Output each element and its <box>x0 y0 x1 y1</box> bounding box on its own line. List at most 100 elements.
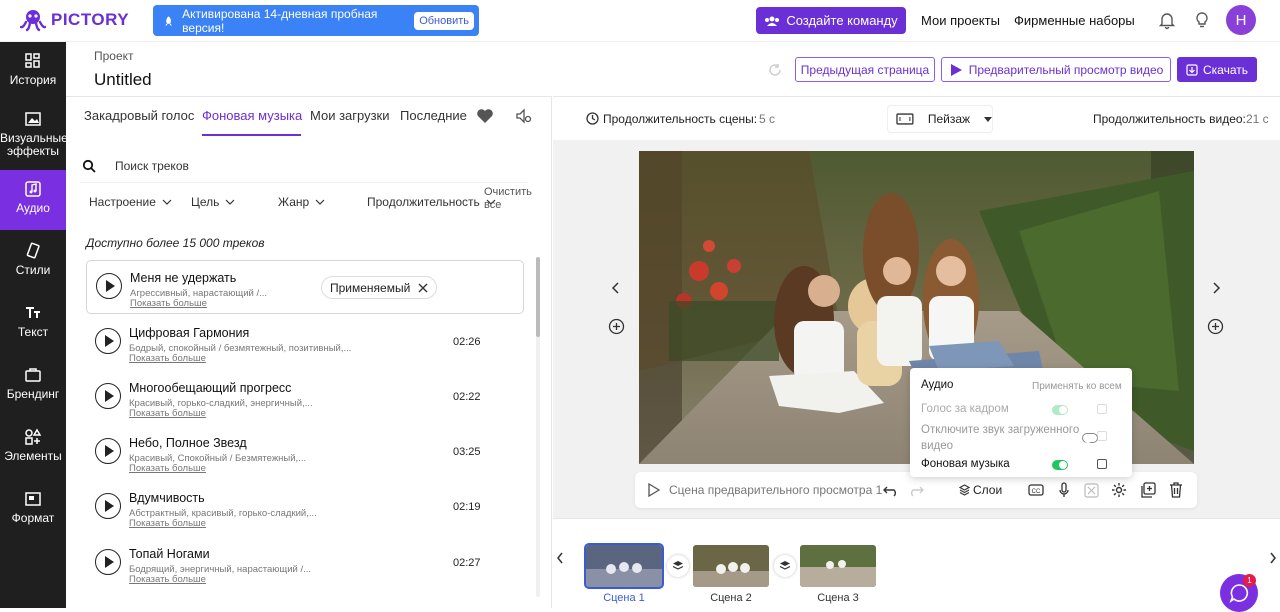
user-avatar[interactable]: H <box>1226 5 1256 35</box>
sidebar-item-story[interactable]: История <box>0 52 66 112</box>
track-item[interactable]: Вдумчивость Абстрактный, красивый, горьк… <box>86 481 524 535</box>
download-icon <box>1186 63 1198 76</box>
chevron-left-icon[interactable] <box>610 281 622 295</box>
chevron-down-icon <box>315 199 325 205</box>
audio-panel: Закадровый голос Фоновая музыка Мои загр… <box>66 96 552 608</box>
scene-layers-button[interactable] <box>774 555 796 577</box>
add-scene-after-icon[interactable] <box>1207 318 1224 335</box>
background-music-toggle[interactable] <box>1052 460 1068 470</box>
play-icon[interactable] <box>95 549 121 575</box>
chevron-right-icon[interactable] <box>1210 281 1222 295</box>
branding-icon <box>25 368 41 382</box>
pictory-logo[interactable]: PICTORY <box>20 8 129 32</box>
play-icon[interactable] <box>95 438 121 464</box>
track-title: Топай Ногами <box>129 547 210 561</box>
filter-label: Настроение <box>89 195 156 209</box>
previous-page-button[interactable]: Предыдущая страница <box>795 57 935 82</box>
preview-scene-label: Сцена предварительного просмотра 1 <box>669 483 883 497</box>
sidebar-item-visuals[interactable]: Визуальные эффекты <box>0 110 68 170</box>
tab-my-uploads[interactable]: Мои загрузки <box>310 108 390 123</box>
settings-gear-icon[interactable] <box>1111 482 1127 498</box>
track-title: Цифровая Гармония <box>129 326 250 340</box>
duplicate-icon[interactable] <box>1140 482 1156 498</box>
show-more-link[interactable]: Показать больше <box>129 408 206 419</box>
sidebar-item-audio[interactable]: Аудио <box>0 170 66 230</box>
filter-genre[interactable]: Жанр <box>278 195 325 209</box>
timeline-scroll-left-icon[interactable] <box>556 552 564 564</box>
show-more-link[interactable]: Показать больше <box>129 353 206 364</box>
redo-icon[interactable] <box>907 483 925 497</box>
scene-label-1[interactable]: Сцена 1 <box>586 592 662 604</box>
add-scene-before-icon[interactable] <box>608 318 625 335</box>
download-button[interactable]: Скачать <box>1177 57 1257 82</box>
scene-layers-button[interactable] <box>667 555 689 577</box>
project-title[interactable]: Untitled <box>94 70 152 90</box>
background-music-apply-all-checkbox[interactable] <box>1097 459 1107 469</box>
clear-all-filters-button[interactable]: Очистить все <box>484 186 534 212</box>
my-projects-link[interactable]: Мои проекты <box>921 13 1000 28</box>
scene-thumbnail-3[interactable] <box>800 545 876 587</box>
styles-icon <box>26 242 40 259</box>
scrollbar-thumb[interactable] <box>536 257 540 337</box>
sidebar-item-styles[interactable]: Стили <box>0 242 66 302</box>
filter-duration[interactable]: Продолжительность <box>367 195 496 209</box>
show-more-link[interactable]: Показать больше <box>130 298 207 309</box>
scene-label-3[interactable]: Сцена 3 <box>800 592 876 604</box>
landscape-icon <box>896 113 914 125</box>
voiceover-apply-all-checkbox[interactable] <box>1097 404 1107 414</box>
mute-video-row-label: Отключите звук загруженного видео <box>921 424 1080 452</box>
track-item[interactable]: Небо, Полное Звезд Красивый, Спокойный /… <box>86 426 524 480</box>
sidebar-item-format[interactable]: Формат <box>0 490 66 550</box>
top-bar: PICTORY Активирована 14-дневная пробная … <box>0 0 1280 42</box>
upgrade-button[interactable]: Обновить <box>414 11 474 30</box>
show-more-link[interactable]: Показать больше <box>129 574 206 585</box>
scene-thumbnail-2[interactable] <box>693 545 769 587</box>
preview-video-button[interactable]: Предварительный просмотр видео <box>941 57 1171 82</box>
sidebar-item-elements[interactable]: Элементы <box>0 428 66 488</box>
brand-kits-link[interactable]: Фирменные наборы <box>1014 13 1135 28</box>
scene-thumbnail-1[interactable] <box>584 543 664 589</box>
track-item[interactable]: Топай Ногами Бодрящий, энергичный, нарас… <box>86 537 524 591</box>
tab-voiceover[interactable]: Закадровый голос <box>84 108 194 123</box>
sidebar-label: Брендинг <box>6 387 60 401</box>
track-item[interactable]: Цифровая Гармония Бодрый, спокойный / бе… <box>86 316 524 370</box>
play-icon[interactable] <box>95 383 121 409</box>
show-more-link[interactable]: Показать больше <box>129 463 206 474</box>
create-team-button[interactable]: Создайте команду <box>756 7 906 34</box>
scene-label-2[interactable]: Сцена 2 <box>693 592 769 604</box>
story-icon <box>25 53 40 68</box>
captions-icon[interactable]: CC <box>1028 483 1044 497</box>
play-icon[interactable] <box>95 328 121 354</box>
layout-dropdown[interactable]: Пейзаж <box>887 105 993 133</box>
microphone-icon[interactable] <box>1058 482 1070 498</box>
search-field[interactable]: Поиск треков <box>80 155 528 183</box>
show-more-link[interactable]: Показать больше <box>129 518 206 529</box>
sidebar-item-text[interactable]: Текст <box>0 304 66 364</box>
filter-label: Продолжительность <box>367 195 480 209</box>
bell-icon[interactable] <box>1157 10 1177 30</box>
lightbulb-icon[interactable] <box>1192 10 1212 30</box>
track-item[interactable]: Многообещающий прогресс Красивый, горько… <box>86 371 524 425</box>
play-icon[interactable] <box>96 273 122 299</box>
filter-mood[interactable]: Настроение <box>89 195 172 209</box>
mute-video-toggle[interactable] <box>1082 433 1098 443</box>
undo-icon[interactable] <box>882 483 900 497</box>
play-icon[interactable] <box>95 493 121 519</box>
scene-1-thumbnail-image <box>586 545 662 587</box>
filter-purpose[interactable]: Цель <box>191 195 235 209</box>
tab-background-music[interactable]: Фоновая музыка <box>202 108 302 123</box>
delete-icon[interactable] <box>1169 482 1183 498</box>
preview-video-label: Предварительный просмотр видео <box>968 62 1164 77</box>
sidebar-item-branding[interactable]: Брендинг <box>0 366 66 426</box>
close-icon[interactable] <box>418 283 428 293</box>
tab-recent[interactable]: Последние <box>400 108 467 123</box>
play-preview-icon[interactable] <box>647 483 660 497</box>
track-item[interactable]: Меня не удержать Агрессивный, нарастающи… <box>86 260 524 314</box>
voiceover-toggle[interactable] <box>1052 405 1068 415</box>
audio-settings-icon[interactable] <box>514 107 532 125</box>
trim-icon[interactable] <box>1084 483 1099 498</box>
timeline-scroll-right-icon[interactable] <box>1269 552 1277 564</box>
layers-button[interactable]: Слои <box>973 483 1002 497</box>
mute-video-apply-all-checkbox[interactable] <box>1097 431 1107 441</box>
heart-icon[interactable] <box>476 108 494 124</box>
